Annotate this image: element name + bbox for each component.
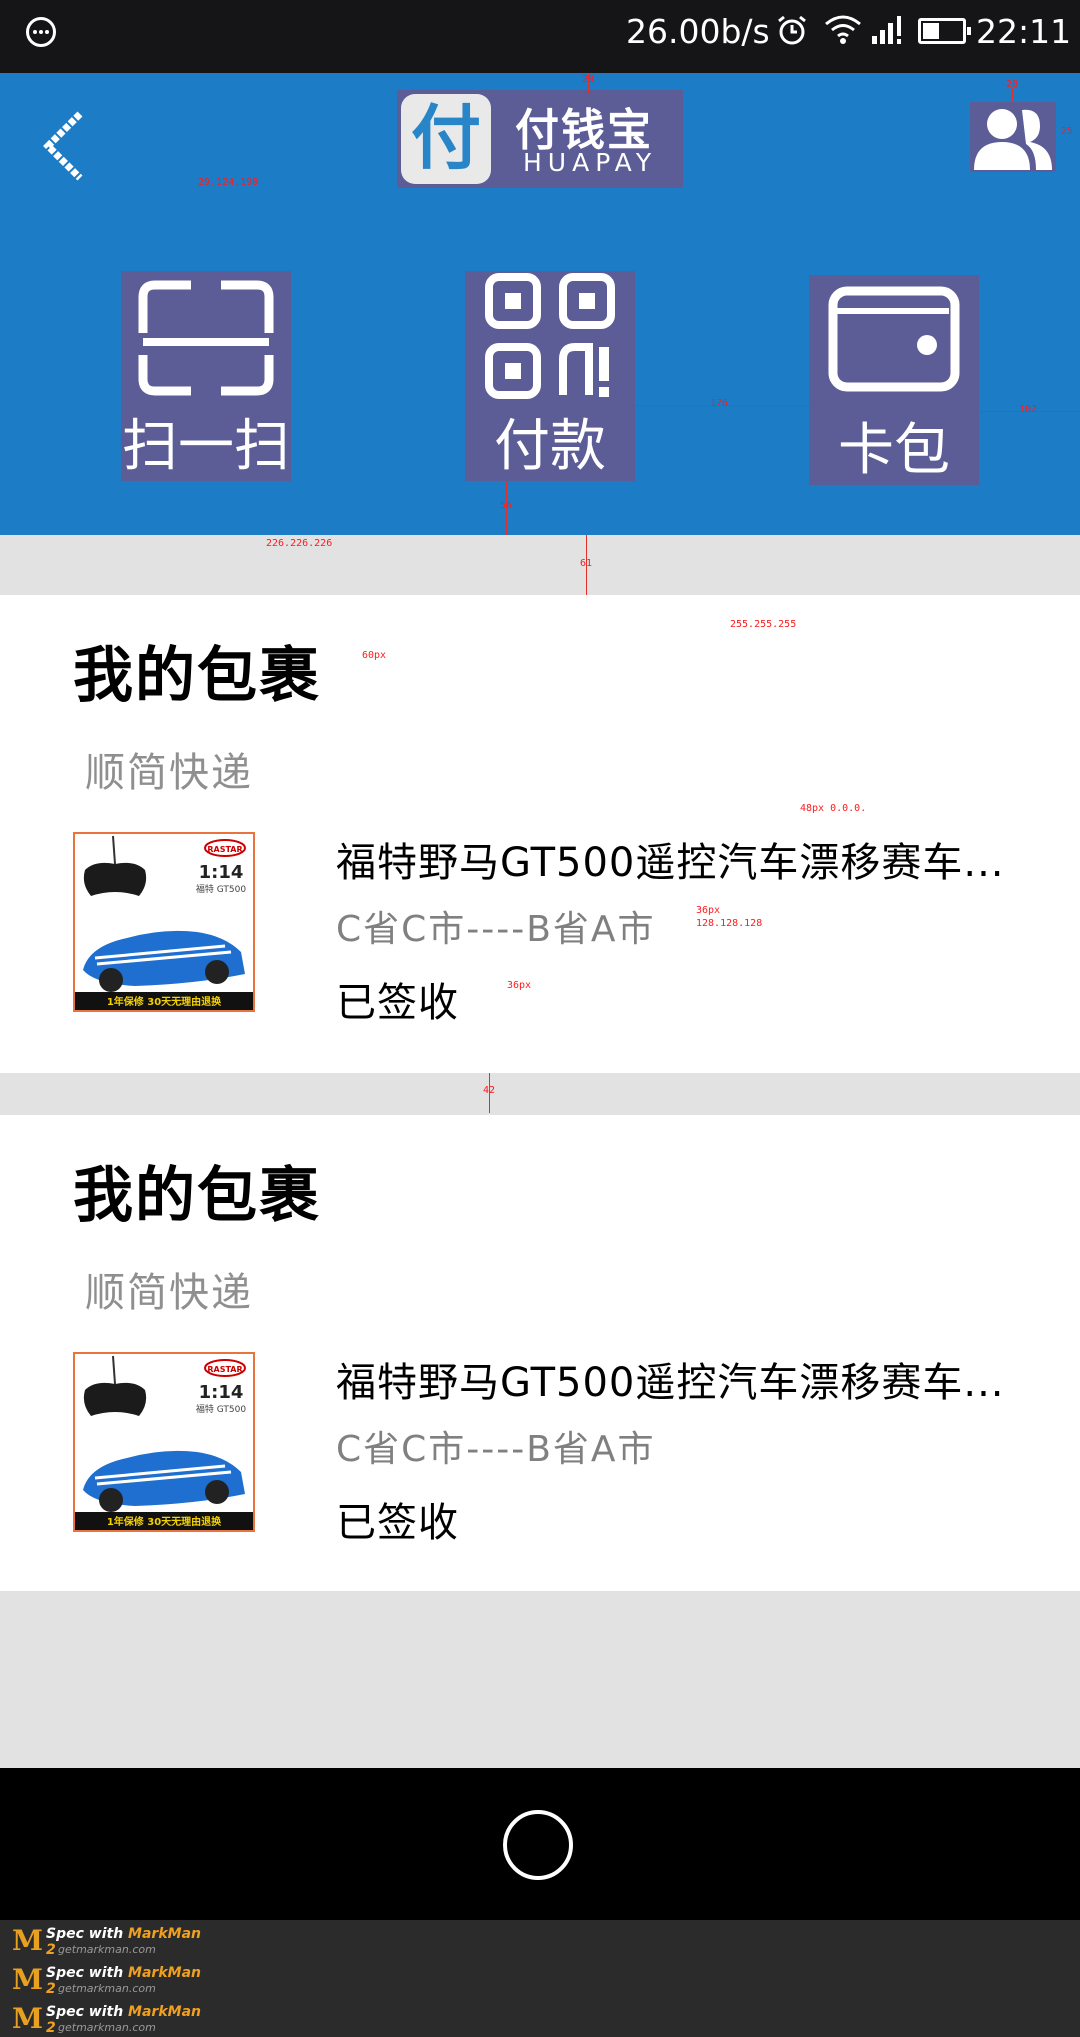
wallet-label: 卡包	[838, 418, 950, 483]
name-spec-annotation: 48px 0.0.0.	[800, 803, 867, 814]
more-icon	[26, 17, 56, 47]
delivery-status: 已签收	[336, 980, 459, 1026]
signal-icon	[872, 16, 901, 44]
clock: 22:11	[976, 12, 1072, 51]
scan-icon	[138, 280, 274, 396]
brand-text: RASTAR	[207, 845, 242, 854]
markman-credit: M Spec with MarkMan 2 getmarkman.com	[12, 1924, 201, 1958]
icon-right-annotation: 25	[1061, 126, 1074, 137]
gap-top-annotation: 61	[580, 558, 593, 569]
parcel-title: 我的包裹	[73, 1161, 321, 1231]
action-right-annotation: 102	[1019, 404, 1038, 415]
logo-mark: 付	[401, 94, 491, 184]
markman-footer: M Spec with MarkMan 2 getmarkman.com M S…	[0, 1920, 1080, 2037]
parcel-card[interactable]: 我的包裹 顺简快递 RASTAR 1:14 福特 GT500 1年保修 30天无…	[0, 595, 1080, 1073]
navigation-bar	[0, 1768, 1080, 1920]
qr-code-icon	[485, 273, 615, 399]
markman-credit: M Spec with MarkMan 2 getmarkman.com	[12, 2002, 201, 2036]
model-text: 福特 GT500	[196, 1403, 246, 1415]
badge-text: 1年保修 30天无理由退换	[107, 995, 222, 1008]
icon-top-annotation: 28	[1006, 79, 1019, 90]
markman-logo-icon: M	[12, 1924, 43, 1957]
courier-name: 顺简快递	[85, 1270, 253, 1316]
markman-credit: M Spec with MarkMan 2 getmarkman.com	[12, 1963, 201, 1997]
courier-name: 顺简快递	[85, 750, 253, 796]
pay-button[interactable]: 付款	[465, 271, 635, 481]
gap-between-annotation: 42	[483, 1085, 496, 1096]
logo-sub: HUAPAY	[523, 148, 658, 177]
shipping-route: C省C市----B省A市	[336, 909, 656, 950]
action-gap-annotation: 176	[710, 398, 729, 409]
logo-top-annotation: 20	[582, 74, 595, 85]
parcel-card[interactable]: 我的包裹 顺简快递 RASTAR 1:14 福特 GT500 1年保修 30天无…	[0, 1115, 1080, 1591]
route-color-annotation: 128.128.128	[696, 918, 763, 929]
brand-text: RASTAR	[207, 1365, 242, 1374]
app-logo: 付 付钱宝 HUAPAY	[397, 90, 683, 188]
alarm-icon	[778, 15, 806, 45]
product-thumbnail[interactable]: RASTAR 1:14 福特 GT500 1年保修 30天无理由退换	[73, 1352, 255, 1532]
title-size-annotation: 60px	[362, 650, 387, 661]
card-color-annotation: 255.255.255	[730, 619, 797, 630]
status-bar: 26.00b/s 22:11	[0, 0, 1080, 73]
route-size-annotation: 36px	[696, 905, 721, 916]
gap-color-annotation: 226.226.226	[266, 538, 333, 549]
shipping-route: C省C市----B省A市	[336, 1429, 656, 1470]
header-color-annotation: 29.124.198	[198, 177, 259, 188]
net-speed: 26.00b/s	[626, 12, 770, 51]
product-thumbnail[interactable]: RASTAR 1:14 福特 GT500 1年保修 30天无理由退换	[73, 832, 255, 1012]
scale-text: 1:14	[199, 1382, 244, 1403]
home-button[interactable]	[503, 1810, 573, 1880]
model-text: 福特 GT500	[196, 883, 246, 895]
wifi-icon	[825, 15, 861, 44]
battery-icon	[918, 18, 971, 44]
scan-button[interactable]: 扫一扫	[121, 271, 291, 481]
badge-text: 1年保修 30天无理由退换	[107, 1515, 222, 1528]
action-bottom-annotation: 56	[500, 500, 513, 511]
back-icon[interactable]	[40, 110, 96, 182]
pay-label: 付款	[494, 414, 606, 479]
scale-text: 1:14	[199, 862, 244, 883]
product-name: 福特野马GT500遥控汽车漂移赛车...	[336, 840, 1005, 886]
markman-logo-icon: M	[12, 2002, 43, 2035]
rc-car-image: RASTAR 1:14 福特 GT500 1年保修 30天无理由退换	[75, 834, 253, 1010]
contacts-icon[interactable]	[970, 102, 1056, 172]
scan-label: 扫一扫	[122, 414, 290, 479]
product-name: 福特野马GT500遥控汽车漂移赛车...	[336, 1360, 1005, 1406]
wallet-icon	[828, 286, 960, 392]
markman-logo-icon: M	[12, 1963, 43, 1996]
status-size-annotation: 36px	[507, 980, 532, 991]
wallet-button[interactable]: 卡包	[809, 275, 979, 485]
delivery-status: 已签收	[336, 1500, 459, 1546]
rc-car-image: RASTAR 1:14 福特 GT500 1年保修 30天无理由退换	[75, 1354, 253, 1530]
parcel-title: 我的包裹	[73, 641, 321, 711]
